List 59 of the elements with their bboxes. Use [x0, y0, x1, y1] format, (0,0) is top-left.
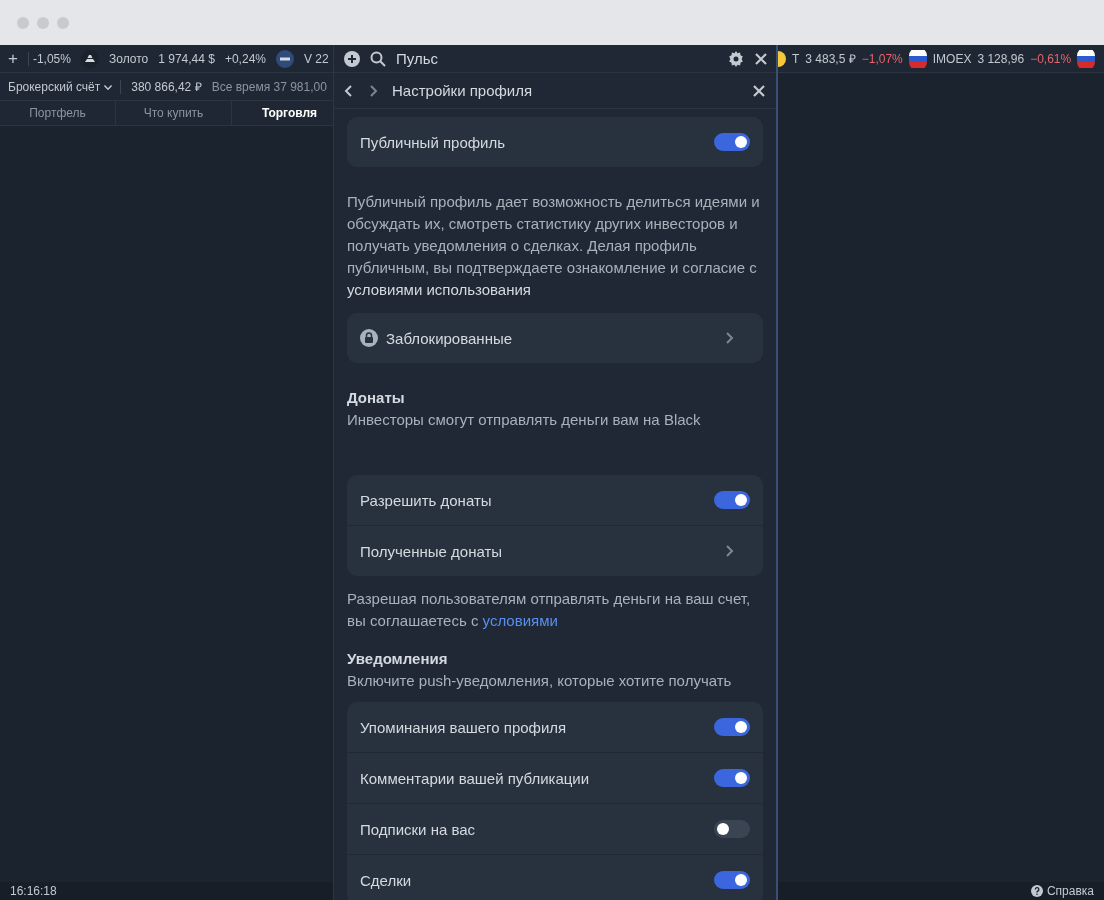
card-logo-icon — [276, 49, 294, 68]
setting-label: Разрешить донаты — [360, 491, 493, 509]
setting-label: Публичный профиль — [360, 133, 507, 151]
search-icon[interactable] — [370, 50, 386, 67]
section-title: Донаты — [347, 388, 406, 408]
nav-tab[interactable]: Что купить — [116, 101, 232, 125]
all-time-profit: Все время 37 981,00 — [211, 79, 327, 94]
toggle-switch[interactable] — [714, 820, 750, 838]
price-change: +0,24% — [224, 51, 266, 66]
help-icon — [1030, 885, 1043, 897]
account-selector[interactable]: Брокерский счёт — [8, 79, 122, 94]
chevron-down-icon — [103, 82, 114, 91]
section-title: Уведомления — [347, 649, 449, 669]
ingot-icon — [80, 49, 99, 68]
setting-label: Сделки — [360, 871, 413, 889]
settings-icon[interactable] — [728, 50, 744, 67]
terms-link[interactable]: условиями — [482, 612, 558, 629]
setting-label: Полученные донаты — [360, 542, 504, 560]
coin-icon — [778, 50, 786, 67]
setting-label: Комментарии вашей публикации — [360, 769, 591, 787]
add-icon[interactable] — [344, 50, 360, 67]
section-description: Инвесторы смогут отправлять деньги вам на Black — [347, 410, 702, 430]
info-text: Публичный профиль дает возможность делиться идеями и обсуждать их, смотреть статистику других инвесторов и получать уведомления о сделках. Делая профиль публичным, вы подтверждаете ознакомление и согласие с условиями использования — [347, 192, 761, 300]
forward-icon[interactable] — [368, 83, 378, 98]
ticker-name[interactable]: IMOEX — [932, 51, 972, 66]
price-change: −0,61% — [1030, 51, 1072, 66]
toggle-switch[interactable] — [714, 769, 750, 787]
back-icon[interactable] — [344, 83, 354, 98]
toggle-switch[interactable] — [714, 133, 750, 151]
add-ticker-button[interactable]: + — [8, 48, 18, 69]
setting-label: Упоминания вашего профиля — [360, 718, 568, 736]
price-change: −1,07% — [861, 51, 903, 66]
lock-icon — [360, 329, 378, 347]
account-balance: 380 866,42 ₽ — [131, 79, 202, 95]
toggle-switch[interactable] — [714, 491, 750, 509]
flag-icon — [1077, 49, 1096, 68]
price-change: -1,05% — [27, 51, 71, 66]
ticker-price: 3 483,5 ₽ — [805, 51, 856, 67]
ticker-price: 1 974,44 $ — [158, 51, 215, 66]
close-icon[interactable] — [754, 51, 768, 66]
search-field[interactable]: Пульс — [396, 50, 718, 67]
flag-icon — [908, 49, 927, 68]
ticker-name[interactable]: Т — [792, 51, 800, 66]
nav-tab[interactable]: Портфель — [0, 101, 116, 125]
chevron-right-icon[interactable] — [724, 331, 734, 345]
toggle-switch[interactable] — [714, 871, 750, 889]
toggle-switch[interactable] — [714, 718, 750, 736]
section-description: Включите push-уведомления, которые хотите получать — [347, 671, 733, 691]
ticker-price: 3 128,96 — [977, 51, 1025, 66]
panel-title: Настройки профиля — [392, 82, 534, 99]
help-link[interactable]: Справка — [1046, 884, 1094, 898]
ticker-name[interactable]: Золото — [108, 51, 149, 66]
ticker-name[interactable]: V 22 — [304, 51, 329, 66]
chevron-right-icon[interactable] — [724, 544, 734, 558]
close-icon[interactable] — [752, 83, 766, 98]
setting-label: Заблокированные — [386, 329, 514, 347]
setting-label: Подписки на вас — [360, 820, 477, 838]
clock-time: 16:16:18 — [10, 884, 57, 898]
info-text: Разрешая пользователям отправлять деньги на ваш счет, вы соглашаетесь с условиями — [347, 589, 752, 631]
